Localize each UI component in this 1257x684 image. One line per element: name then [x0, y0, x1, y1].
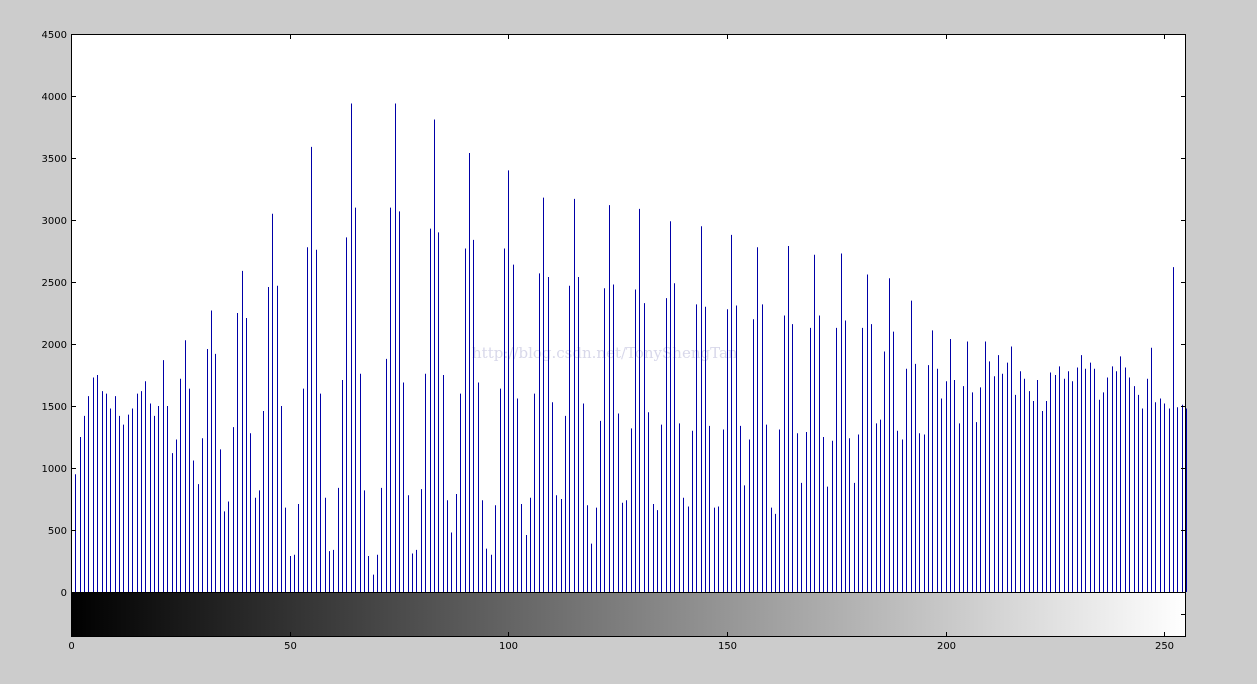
x-tick-label: 200: [937, 641, 956, 652]
plot-area: [71, 34, 1186, 592]
y-tick-label: 1500: [42, 402, 67, 413]
grayscale-colorbar: [71, 592, 1186, 637]
colorbar: [71, 592, 1186, 637]
x-tick-label: 50: [284, 641, 297, 652]
y-tick-label: 4000: [42, 92, 67, 103]
figure-window: http://blog.csdn.net/TonyShengTan 0 500 10…: [0, 0, 1257, 684]
y-tick-label: 2000: [42, 340, 67, 351]
y-tick-label: 2500: [42, 278, 67, 289]
histogram-chart: http://blog.csdn.net/TonyShengTan 050010…: [42, 30, 1187, 652]
y-tick-label: 3000: [42, 216, 67, 227]
y-tick-label: 3500: [42, 154, 67, 165]
y-tick-label: 4500: [42, 30, 67, 41]
x-tick-label: 100: [499, 641, 518, 652]
x-tick-label: 150: [718, 641, 737, 652]
x-tick-label: 0: [68, 641, 74, 652]
y-tick-label: 0: [61, 588, 67, 599]
x-tick-label: 250: [1155, 641, 1174, 652]
y-tick-label: 500: [48, 526, 67, 537]
y-tick-label: 1000: [42, 464, 67, 475]
